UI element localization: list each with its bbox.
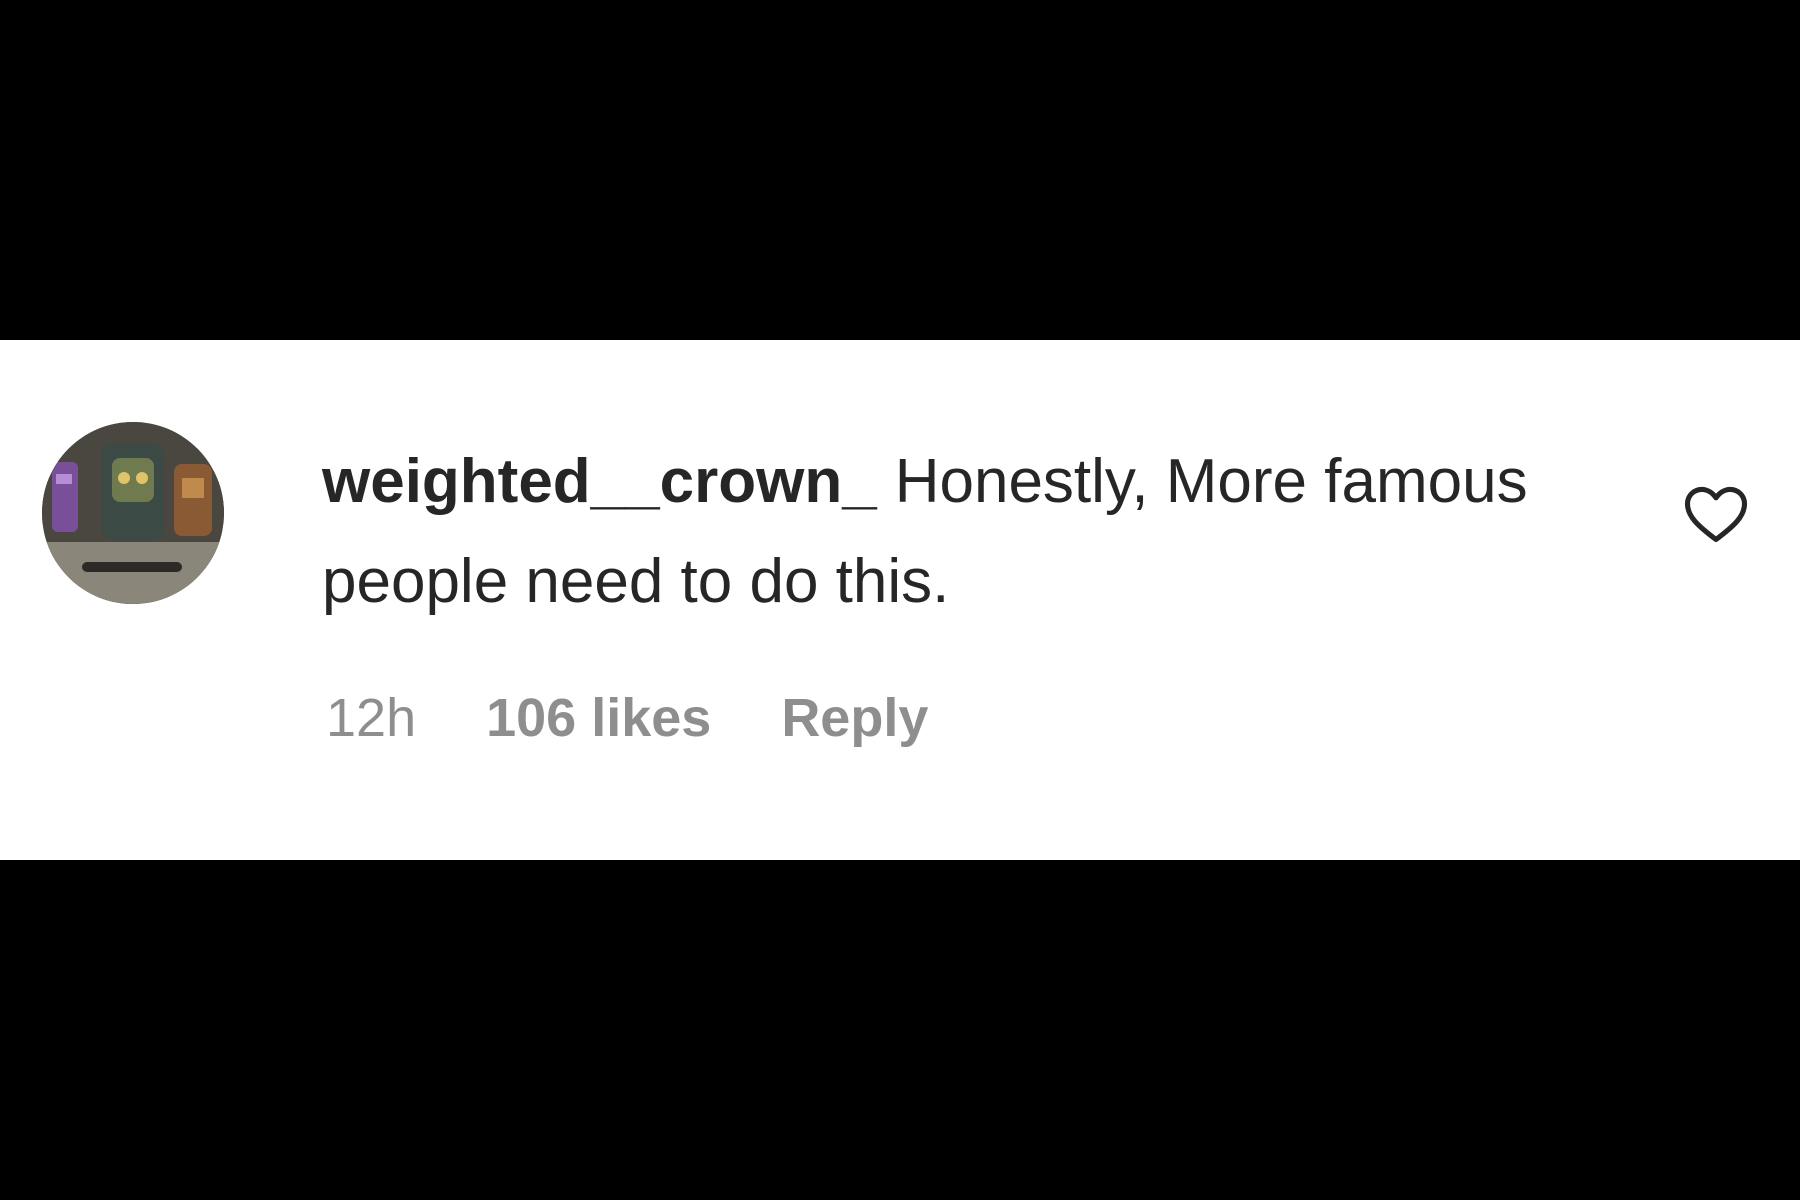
heart-outline-icon (1684, 486, 1748, 543)
heart-icon[interactable] (1680, 478, 1752, 550)
comment-timestamp[interactable]: 12h (326, 687, 416, 749)
avatar-image (42, 422, 224, 604)
comment-username[interactable]: weighted__crown_ (322, 447, 877, 516)
comment-body: weighted__crown_ Honestly, More famous pe… (322, 432, 1562, 632)
reply-button[interactable]: Reply (781, 687, 928, 749)
avatar[interactable] (42, 422, 224, 604)
comment-likes-count[interactable]: 106 likes (486, 687, 711, 749)
comment-meta: 12h 106 likes Reply (326, 678, 928, 758)
comment-panel: weighted__crown_ Honestly, More famous pe… (0, 340, 1800, 860)
